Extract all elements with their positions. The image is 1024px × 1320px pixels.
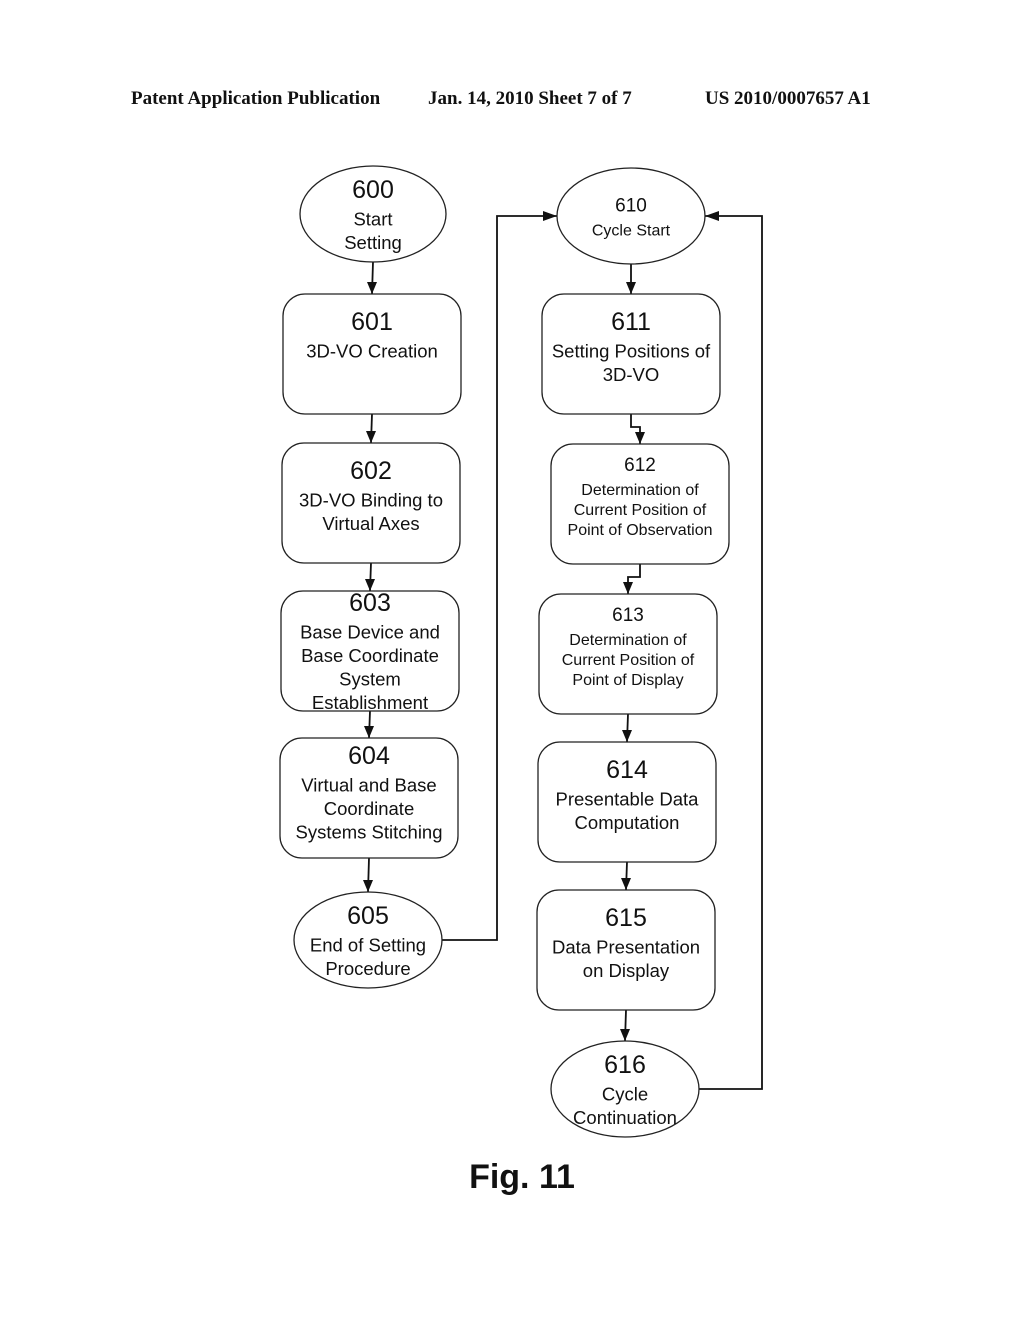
node-number: 603: [349, 589, 391, 617]
edge-602-to-603: [365, 562, 375, 592]
arrowhead-icon: [705, 211, 719, 221]
flowchart: 600 StartSetting 601 3D-VO Creation 602 3D-VO…: [279, 165, 763, 1138]
node-label-line: Current Position of: [562, 652, 695, 669]
flow-node-615: 615 Data Presentationon Display: [536, 889, 716, 1011]
arrowhead-icon: [367, 282, 377, 294]
arrowhead-icon: [620, 1029, 630, 1041]
node-number: 615: [605, 904, 647, 932]
edge-611-to-612: [630, 414, 645, 444]
node-number: 605: [347, 902, 389, 930]
node-label-line: Point of Display: [572, 672, 683, 689]
arrowhead-icon: [363, 880, 373, 892]
node-label-line: 3D-VO Creation: [306, 341, 438, 362]
nodes-layer: 600 StartSetting 601 3D-VO Creation 602 3D-VO…: [279, 165, 730, 1138]
node-label-line: Determination of: [569, 632, 687, 649]
flow-node-616: 616 CycleContinuation: [550, 1040, 700, 1138]
node-number: 602: [350, 457, 392, 485]
node-label-line: Cycle Start: [592, 223, 671, 240]
node-label-line: Coordinate: [324, 798, 415, 819]
edge-600-to-601: [367, 261, 377, 295]
flow-node-600: 600 StartSetting: [299, 165, 447, 263]
node-number: 600: [352, 176, 394, 204]
arrowhead-icon: [621, 878, 631, 890]
node-number: 601: [351, 308, 393, 336]
edge-604-to-605: [363, 857, 373, 893]
flow-node-601: 601 3D-VO Creation: [282, 293, 462, 415]
node-label-line: Virtual and Base: [301, 775, 436, 796]
arrowhead-icon: [635, 432, 645, 444]
node-number: 613: [612, 605, 644, 626]
flow-node-605: 605 End of SettingProcedure: [293, 891, 443, 989]
flow-node-614: 614 Presentable DataComputation: [537, 741, 717, 863]
flow-node-604: 604 Virtual and BaseCoordinate Systems Sti…: [279, 737, 459, 859]
figure-label: Fig. 11: [0, 1158, 1024, 1197]
node-number: 612: [624, 455, 656, 476]
node-number: 614: [606, 756, 648, 784]
node-label-line: Current Position of: [574, 502, 707, 519]
node-number: 611: [611, 308, 651, 336]
flow-node-612: 612 Determination of Current Position of Po…: [550, 443, 730, 565]
node-label-line: Continuation: [573, 1107, 677, 1128]
flow-node-611: 611 Setting Positions of3D-VO: [541, 293, 721, 415]
edge-612-to-613: [623, 564, 641, 594]
node-label-line: Presentable Data: [556, 789, 700, 810]
node-label-line: Start: [353, 209, 392, 230]
edge-615-to-616: [620, 1009, 630, 1042]
node-label-line: Base Coordinate: [301, 645, 439, 666]
node-label-line: Cycle: [602, 1084, 648, 1105]
flow-node-613: 613 Determination of Current Position of Po…: [538, 593, 718, 715]
node-label-line: System: [339, 669, 401, 690]
node-number: 610: [615, 196, 647, 217]
node-label-line: Establishment: [312, 692, 428, 713]
arrowhead-icon: [622, 730, 632, 742]
edge-610-to-611: [626, 264, 636, 294]
node-label-line: End of Setting: [310, 935, 426, 956]
node-label-line: Procedure: [325, 958, 410, 979]
arrowhead-icon: [623, 582, 633, 594]
arrowhead-icon: [543, 211, 557, 221]
node-number: 616: [604, 1051, 646, 1079]
edge-603-to-604: [364, 710, 374, 739]
flow-node-602: 602 3D-VO Binding toVirtual Axes: [281, 442, 461, 564]
node-label-line: Setting: [344, 232, 402, 253]
edge-601-to-602: [366, 413, 376, 444]
node-label-line: Point of Observation: [568, 522, 713, 539]
node-label-line: Determination of: [581, 482, 699, 499]
edge-613-to-614: [622, 713, 632, 743]
arrowhead-icon: [626, 282, 636, 294]
node-label-line: on Display: [583, 960, 670, 981]
node-label-line: Base Device and: [300, 622, 440, 643]
node-label-line: Virtual Axes: [322, 513, 419, 534]
node-label-line: Data Presentation: [552, 937, 700, 958]
node-number: 604: [348, 742, 390, 770]
edge-614-to-615: [621, 861, 631, 891]
arrowhead-icon: [366, 431, 376, 443]
figure-label-text: Fig. 11: [469, 1158, 575, 1196]
flow-node-603: 603 Base Device andBase Coordinate SystemE…: [280, 589, 460, 713]
node-label-line: 3D-VO Binding to: [299, 490, 443, 511]
arrowhead-icon: [364, 726, 374, 738]
flow-node-610: 610 Cycle Start: [556, 167, 706, 265]
node-label-line: 3D-VO: [603, 364, 660, 385]
node-label-line: Computation: [575, 812, 680, 833]
node-label-line: Systems Stitching: [295, 822, 442, 843]
node-label-line: Setting Positions of: [552, 341, 711, 362]
